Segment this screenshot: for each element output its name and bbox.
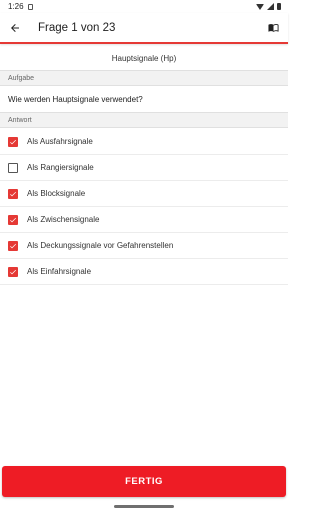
fertig-button[interactable]: FERTIG	[2, 466, 286, 497]
question-text: Wie werden Hauptsignale verwendet?	[8, 94, 143, 104]
app-bar: Frage 1 von 23	[0, 13, 288, 44]
status-time: 1:26	[8, 2, 24, 11]
checkbox[interactable]	[8, 162, 18, 173]
task-section-header: Aufgabe	[0, 70, 288, 86]
book-icon	[267, 24, 279, 32]
answer-label: Als Einfahrsignale	[27, 267, 92, 276]
back-button[interactable]	[0, 12, 30, 43]
check-icon	[10, 191, 16, 196]
checkbox[interactable]	[8, 136, 18, 147]
status-right	[256, 3, 281, 10]
check-icon	[10, 243, 16, 248]
battery-icon	[277, 3, 281, 10]
answer-option[interactable]: Als Deckungssignale vor Gefahrenstellen	[0, 233, 288, 259]
topic-title: Hauptsignale (Hp)	[111, 53, 177, 63]
checkbox[interactable]	[8, 266, 18, 277]
answer-label: Als Deckungssignale vor Gefahrenstellen	[27, 241, 174, 250]
answer-option[interactable]: Als Einfahrsignale	[0, 259, 288, 285]
answer-label: Als Ausfahrsignale	[27, 137, 93, 146]
arrow-left-icon	[11, 23, 19, 32]
page-title: Frage 1 von 23	[38, 21, 116, 34]
answer-option[interactable]: Als Blocksignale	[0, 181, 288, 207]
answer-section-header: Antwort	[0, 112, 288, 128]
signal-icon	[267, 3, 274, 10]
answer-option[interactable]: Als Ausfahrsignale	[0, 129, 288, 155]
gesture-nav-handle	[114, 505, 174, 508]
check-icon	[10, 217, 16, 222]
status-left: 1:26	[8, 2, 33, 11]
answer-option[interactable]: Als Zwischensignale	[0, 207, 288, 233]
answer-label: Als Blocksignale	[27, 189, 86, 198]
checkbox[interactable]	[8, 214, 18, 225]
answer-label: Als Rangiersignale	[27, 163, 94, 172]
answer-option[interactable]: Als Rangiersignale	[0, 155, 288, 181]
checkbox[interactable]	[8, 188, 18, 199]
check-icon	[10, 139, 16, 144]
check-icon	[10, 269, 16, 274]
status-bar: 1:26	[0, 0, 288, 13]
book-button[interactable]	[258, 12, 288, 43]
sim-icon	[27, 3, 33, 10]
wifi-icon	[256, 3, 264, 10]
answer-label: Als Zwischensignale	[27, 215, 100, 224]
checkbox[interactable]	[8, 240, 18, 251]
